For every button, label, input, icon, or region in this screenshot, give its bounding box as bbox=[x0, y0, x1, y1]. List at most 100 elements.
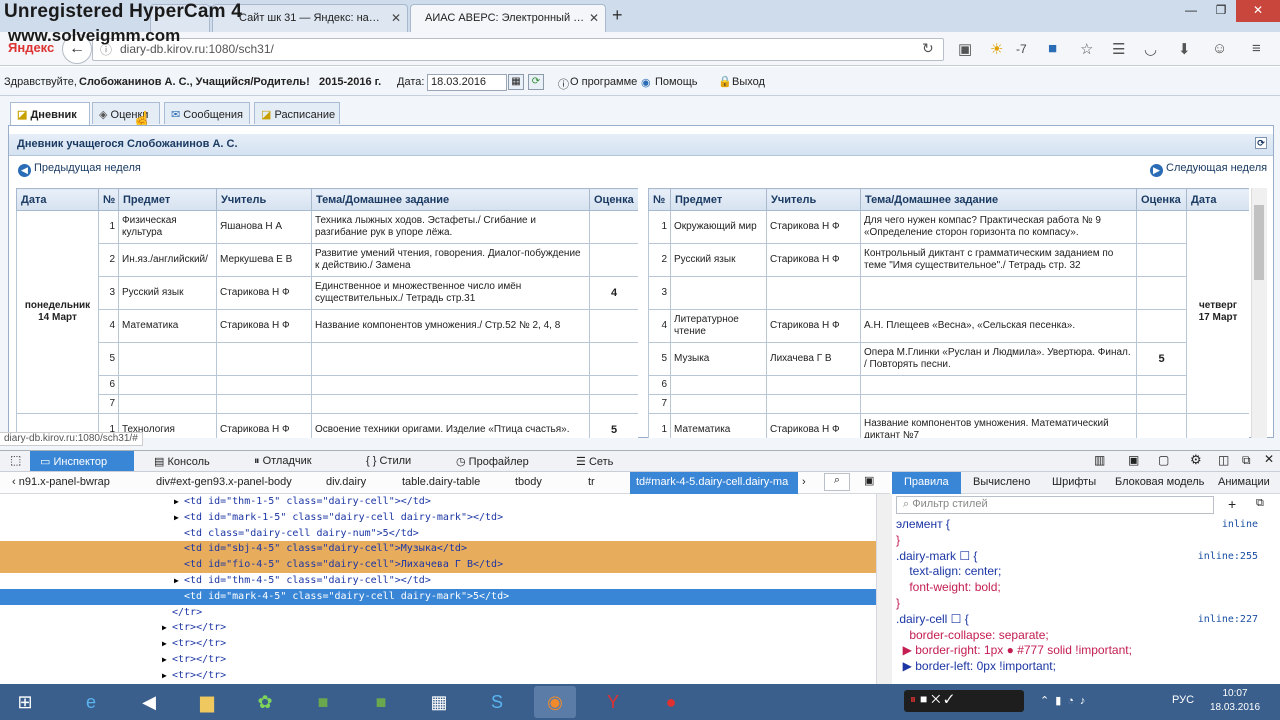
extension-icon[interactable]: ■ bbox=[1048, 40, 1057, 57]
tab-schedule[interactable]: ◪ Расписание bbox=[254, 102, 340, 124]
html-node-line[interactable]: ▶ <tr></tr> bbox=[0, 652, 876, 668]
html-node-line[interactable]: ▶ <td id="thm-1-5" class="dairy-cell"></t… bbox=[0, 494, 876, 510]
new-tab-button[interactable]: + bbox=[612, 5, 623, 26]
css-source-link[interactable]: inline bbox=[1222, 517, 1258, 532]
search-icon[interactable]: ⌕ bbox=[824, 473, 850, 491]
weather-icon[interactable]: ☀ bbox=[990, 40, 1003, 58]
breadcrumb-item[interactable]: ‹ n91.x-panel-bwrap bbox=[12, 476, 110, 488]
pseudo-class-icon[interactable]: ⧉ bbox=[1256, 497, 1264, 510]
window-close-icon[interactable]: ✕ bbox=[1236, 0, 1280, 22]
refresh-panel-icon[interactable]: ⟳ bbox=[1255, 137, 1267, 149]
html-node-line[interactable]: ▶ <tr></tr> bbox=[0, 668, 876, 684]
css-source-link[interactable]: inline:255 bbox=[1198, 549, 1258, 564]
restore-icon[interactable]: ❐ bbox=[1206, 0, 1236, 22]
expand-arrow-icon[interactable]: ▶ bbox=[162, 636, 167, 652]
tab-debugger[interactable]: ⏸ Отладчик bbox=[244, 451, 322, 471]
devtools-close-icon[interactable]: ✕ bbox=[1264, 452, 1274, 466]
expand-arrow-icon[interactable]: ▶ bbox=[174, 494, 179, 510]
expand-arrow-icon[interactable]: ▶ bbox=[174, 510, 179, 526]
help-link[interactable]: Помощь bbox=[655, 76, 698, 88]
icq-icon[interactable]: ✿ bbox=[244, 686, 286, 718]
tab-profiler[interactable]: ◷ Профайлер bbox=[446, 451, 539, 471]
tab-inspector[interactable]: ▭ Инспектор bbox=[30, 451, 134, 471]
panel-toggle-icon[interactable]: ▣ bbox=[864, 474, 874, 487]
recorder-icon[interactable]: ● bbox=[650, 686, 692, 718]
css-rule-line[interactable]: } bbox=[896, 533, 1276, 548]
calendar-icon[interactable]: ▦ bbox=[508, 74, 524, 90]
css-rule-line[interactable]: font-weight: bold; bbox=[896, 580, 1276, 595]
html-node-line[interactable]: ▶ <tr></tr> bbox=[0, 636, 876, 652]
recording-controls[interactable]: ⏸■✕✓ bbox=[904, 690, 1024, 712]
pick-element-icon[interactable]: ⬚ bbox=[10, 453, 21, 467]
html-node-line[interactable]: <td id="fio-4-5" class="dairy-cell">Лиха… bbox=[0, 557, 876, 574]
tray-icons[interactable]: ⌃▮◔♪ bbox=[1040, 694, 1091, 707]
language-indicator[interactable]: РУС bbox=[1172, 694, 1194, 706]
menu-icon[interactable]: ≡ bbox=[1252, 40, 1261, 57]
tab-messages[interactable]: ✉ Сообщения bbox=[164, 102, 250, 124]
date-field[interactable]: 18.03.2016 bbox=[427, 74, 507, 91]
css-rule-line[interactable]: border-collapse: separate; bbox=[896, 628, 1276, 643]
css-rule-line[interactable]: .dairy-cell ☐ {inline:227 bbox=[896, 612, 1276, 627]
html-node-line[interactable]: ▶ <td id="mark-1-5" class="dairy-cell dai… bbox=[0, 510, 876, 526]
screenshot-tool-icon[interactable]: ▢ bbox=[1158, 453, 1169, 467]
css-rule-line[interactable]: ▶ border-left: 0px !important; bbox=[896, 659, 1276, 674]
tab-fonts[interactable]: Шрифты bbox=[1052, 476, 1096, 488]
firefox-icon[interactable]: ◉ bbox=[534, 686, 576, 718]
breadcrumb-item[interactable]: div#ext-gen93.x-panel-body bbox=[156, 476, 292, 488]
html-node-line[interactable]: <td id="mark-4-5" class="dairy-cell dair… bbox=[0, 588, 876, 605]
expand-arrow-icon[interactable]: ▶ bbox=[162, 652, 167, 668]
next-week-link[interactable]: ▶ Следующая неделя bbox=[1150, 162, 1267, 177]
tab-network[interactable]: ☰ Сеть bbox=[566, 451, 623, 471]
minecraft-2-icon[interactable]: ■ bbox=[360, 686, 402, 718]
html-node-line[interactable]: </tr> bbox=[0, 605, 876, 621]
html-node-line[interactable]: ▶ <tr></tr> bbox=[0, 620, 876, 636]
prev-week-link[interactable]: ◀ Предыдущая неделя bbox=[18, 162, 141, 177]
skype-icon[interactable]: S bbox=[476, 686, 518, 718]
reading-list-icon[interactable]: ☰ bbox=[1112, 40, 1125, 58]
minecraft-icon[interactable]: ■ bbox=[302, 686, 344, 718]
tab-diary[interactable]: ◪ Дневник bbox=[10, 102, 90, 126]
close-icon[interactable]: ✕ bbox=[391, 11, 401, 25]
css-source-link[interactable]: inline:227 bbox=[1198, 612, 1258, 627]
tab-box-model[interactable]: Блоковая модель bbox=[1115, 476, 1204, 488]
reload-icon[interactable]: ↻ bbox=[922, 40, 934, 57]
windows-start-icon[interactable]: ⊞ bbox=[4, 686, 46, 718]
breadcrumb-next-icon[interactable]: › bbox=[802, 476, 806, 488]
expand-arrow-icon[interactable]: ▶ bbox=[162, 668, 167, 684]
responsive-icon[interactable]: ▣ bbox=[1128, 453, 1139, 467]
expand-arrow-icon[interactable]: ▶ bbox=[162, 620, 167, 636]
undock-icon[interactable]: ⧉ bbox=[1242, 453, 1251, 468]
html-node-line[interactable]: <td id="sbj-4-5" class="dairy-cell">Музы… bbox=[0, 541, 876, 558]
download-icon[interactable]: ⬇ bbox=[1178, 40, 1191, 58]
breadcrumb-item-active[interactable]: td#mark-4-5.dairy-cell.dairy-ma bbox=[630, 472, 798, 494]
chat-icon[interactable]: ☺ bbox=[1212, 40, 1227, 57]
tab-styles[interactable]: { } Стили bbox=[356, 451, 421, 471]
css-rule-line[interactable]: .dairy-mark ☐ {inline:255 bbox=[896, 549, 1276, 564]
media-player-icon[interactable]: ◀ bbox=[128, 686, 170, 718]
settings-gear-icon[interactable]: ⚙ bbox=[1190, 452, 1202, 468]
html-scrollbar[interactable] bbox=[876, 494, 892, 684]
breadcrumb-item[interactable]: table.dairy-table bbox=[402, 476, 480, 488]
html-node-line[interactable]: <td class="dairy-cell dairy-num">5</td> bbox=[0, 526, 876, 542]
tab-animations[interactable]: Анимации bbox=[1218, 476, 1270, 488]
breadcrumb-item[interactable]: tr bbox=[588, 476, 595, 488]
clock[interactable]: 10:07 18.03.2016 bbox=[1200, 687, 1270, 715]
refresh-icon[interactable]: ⟳ bbox=[528, 74, 544, 90]
internet-explorer-icon[interactable]: e bbox=[70, 686, 112, 718]
tab-computed[interactable]: Вычислено bbox=[973, 476, 1030, 488]
about-link[interactable]: О программе bbox=[570, 76, 637, 88]
minimize-icon[interactable]: — bbox=[1176, 0, 1206, 22]
expand-arrow-icon[interactable]: ▶ bbox=[174, 573, 179, 589]
browser-tab-3[interactable]: АИАС АВЕРС: Электронный … ✕ bbox=[410, 4, 606, 32]
css-rule-line[interactable]: элемент {inline bbox=[896, 517, 1276, 532]
breadcrumb-item[interactable]: div.dairy bbox=[326, 476, 366, 488]
layout-icon[interactable]: ▥ bbox=[1094, 453, 1105, 467]
yandex-browser-icon[interactable]: Y bbox=[592, 686, 634, 718]
logout-link[interactable]: Выход bbox=[732, 76, 765, 88]
css-rule-line[interactable]: } bbox=[896, 596, 1276, 611]
pocket-icon[interactable]: ◡ bbox=[1144, 40, 1157, 58]
css-rule-line[interactable]: ▶ border-right: 1px ● #777 solid !import… bbox=[896, 643, 1276, 658]
filter-styles-input[interactable]: ⌕ Фильтр стилей bbox=[896, 496, 1214, 514]
html-tree[interactable]: ▶ <td id="thm-1-5" class="dairy-cell"></t… bbox=[0, 494, 876, 684]
bookmark-star-icon[interactable]: ☆ bbox=[1080, 40, 1093, 58]
